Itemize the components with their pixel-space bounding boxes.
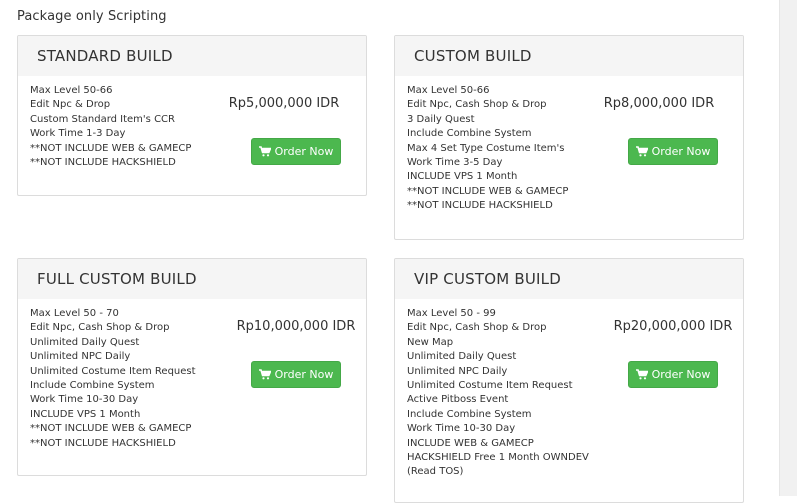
feature-item: Max Level 50-66 xyxy=(407,85,490,96)
package-card-vip-custom: VIP CUSTOM BUILD Max Level 50 - 99 Edit … xyxy=(394,258,744,503)
feature-item: Unlimited NPC Daily xyxy=(30,351,131,363)
shopping-cart-icon xyxy=(258,369,271,380)
scrollbar-track[interactable] xyxy=(779,0,797,496)
order-now-button[interactable]: Order Now xyxy=(628,138,718,165)
card-title: CUSTOM BUILD xyxy=(395,36,743,76)
order-now-label: Order Now xyxy=(651,145,711,158)
feature-item: HACKSHIELD Free 1 Month OWNDEV xyxy=(407,452,589,464)
feature-item: INCLUDE VPS 1 Month xyxy=(407,171,518,183)
order-now-label: Order Now xyxy=(274,368,334,381)
price-label: Rp20,000,000 IDR xyxy=(613,319,733,334)
package-card-standard: STANDARD BUILD Max Level 50-66 Edit Npc … xyxy=(17,35,367,196)
feature-item: **NOT INCLUDE WEB & GAMECP xyxy=(407,185,569,197)
feature-item: **NOT INCLUDE WEB & GAMECP xyxy=(30,142,192,154)
feature-item: Max Level 50 - 70 xyxy=(30,308,119,319)
feature-list: Max Level 50 - 70 Edit Npc, Cash Shop & … xyxy=(30,307,196,451)
feature-item: Include Combine System xyxy=(407,408,532,420)
feature-list: Max Level 50 - 99 Edit Npc, Cash Shop & … xyxy=(407,307,589,480)
feature-item: Active Pitboss Event xyxy=(407,394,509,406)
feature-item: Unlimited Daily Quest xyxy=(407,351,517,363)
shopping-cart-icon xyxy=(635,369,648,380)
feature-item: **NOT INCLUDE HACKSHIELD xyxy=(30,437,176,449)
feature-item: Edit Npc, Cash Shop & Drop xyxy=(407,99,547,111)
feature-item: Unlimited Daily Quest xyxy=(30,336,140,348)
order-now-button[interactable]: Order Now xyxy=(251,138,341,165)
feature-item: Max Level 50-66 xyxy=(30,85,113,96)
shopping-cart-icon xyxy=(635,146,648,157)
feature-item: Unlimited Costume Item Request xyxy=(407,380,573,392)
page-title: Package only Scripting xyxy=(17,9,167,24)
feature-item: New Map xyxy=(407,336,454,348)
feature-item: 3 Daily Quest xyxy=(407,113,475,125)
feature-item: INCLUDE VPS 1 Month xyxy=(30,408,141,420)
order-now-label: Order Now xyxy=(651,368,711,381)
feature-item: Custom Standard Item's CCR xyxy=(30,113,175,125)
feature-item: Max Level 50 - 99 xyxy=(407,308,496,319)
price-label: Rp5,000,000 IDR xyxy=(228,96,340,111)
package-card-custom: CUSTOM BUILD Max Level 50-66 Edit Npc, C… xyxy=(394,35,744,240)
feature-item: Work Time 3-5 Day xyxy=(407,157,503,169)
feature-list: Max Level 50-66 Edit Npc, Cash Shop & Dr… xyxy=(407,84,568,214)
package-card-full-custom: FULL CUSTOM BUILD Max Level 50 - 70 Edit… xyxy=(17,258,367,476)
feature-item: **NOT INCLUDE HACKSHIELD xyxy=(407,200,553,212)
card-title: VIP CUSTOM BUILD xyxy=(395,259,743,299)
order-now-label: Order Now xyxy=(274,145,334,158)
feature-item: **NOT INCLUDE WEB & GAMECP xyxy=(30,423,192,435)
order-now-button[interactable]: Order Now xyxy=(628,361,718,388)
order-now-button[interactable]: Order Now xyxy=(251,361,341,388)
card-title: STANDARD BUILD xyxy=(18,36,366,76)
feature-item: (Read TOS) xyxy=(407,466,464,478)
feature-item: Work Time 1-3 Day xyxy=(30,128,126,140)
feature-item: Work Time 10-30 Day xyxy=(407,423,516,435)
card-title: FULL CUSTOM BUILD xyxy=(18,259,366,299)
feature-item: Unlimited Costume Item Request xyxy=(30,365,196,377)
feature-item: Work Time 10-30 Day xyxy=(30,394,139,406)
price-label: Rp10,000,000 IDR xyxy=(236,319,356,334)
feature-list: Max Level 50-66 Edit Npc & Drop Custom S… xyxy=(30,84,191,170)
feature-item: Include Combine System xyxy=(407,128,532,140)
feature-item: Unlimited NPC Daily xyxy=(407,365,508,377)
feature-item: Max 4 Set Type Costume Item's xyxy=(407,142,565,154)
feature-item: Edit Npc & Drop xyxy=(30,99,111,111)
feature-item: Edit Npc, Cash Shop & Drop xyxy=(30,322,170,334)
price-label: Rp8,000,000 IDR xyxy=(603,96,715,111)
shopping-cart-icon xyxy=(258,146,271,157)
feature-item: Edit Npc, Cash Shop & Drop xyxy=(407,322,547,334)
feature-item: **NOT INCLUDE HACKSHIELD xyxy=(30,157,176,169)
feature-item: INCLUDE WEB & GAMECP xyxy=(407,437,534,449)
feature-item: Include Combine System xyxy=(30,380,155,392)
